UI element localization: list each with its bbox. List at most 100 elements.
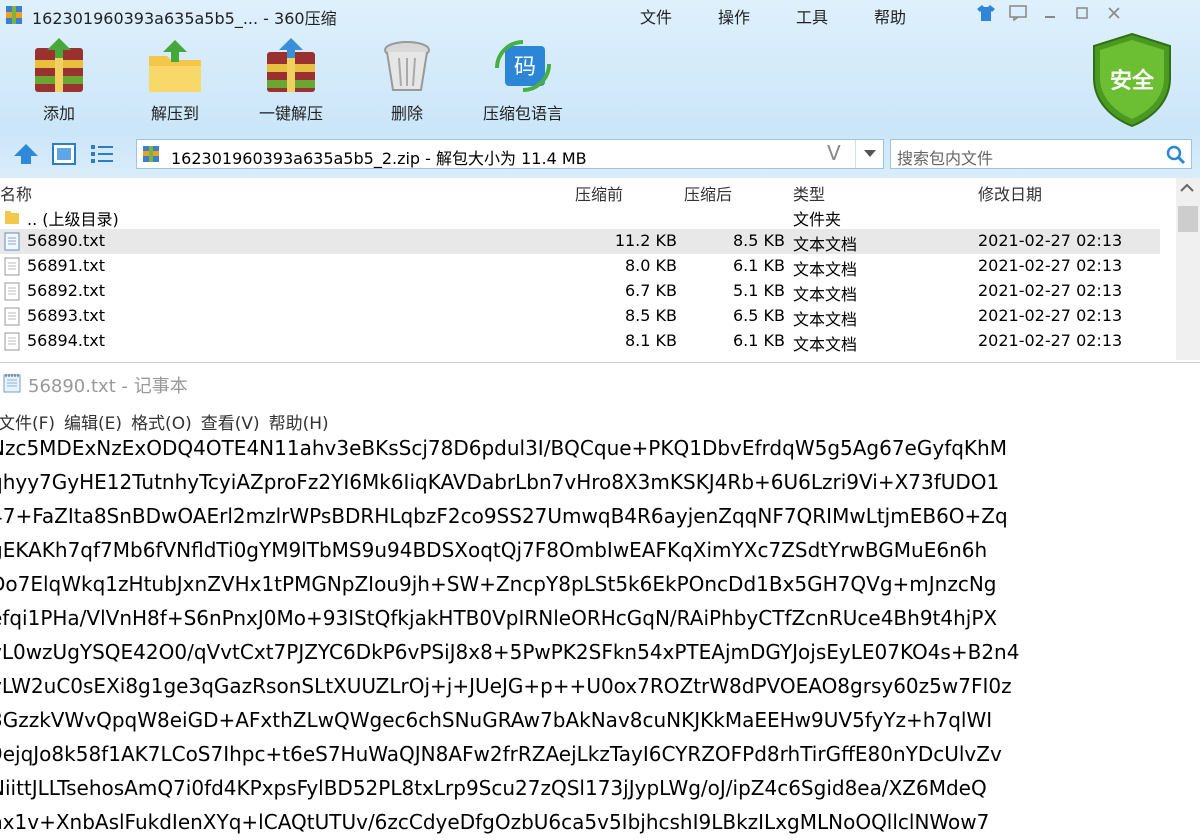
np-menu-help[interactable]: 帮助(H)	[269, 409, 329, 434]
archive-language-label: 压缩包语言	[482, 104, 563, 123]
archive-language-button[interactable]: 码 压缩包语言	[468, 38, 578, 124]
file-row[interactable]: 56893.txt 8.5 KB 6.5 KB 文本文档 2021-02-27 …	[0, 304, 1160, 329]
text-line: vL0wzUgYSQE42O0/qVvtCxt7PJZYC6DkP6vPSiJ8…	[0, 640, 1020, 664]
text-line: Do7ElqWkq1zHtubJxnZVHx1tPMGNpZIou9jh+SW+…	[0, 572, 997, 596]
text-file-icon	[4, 307, 20, 326]
up-button[interactable]	[12, 142, 40, 166]
archive-path-text: 162301960393a635a5b5_2.zip - 解包大小为 11.4 …	[171, 149, 587, 168]
list-view-icon	[91, 145, 113, 163]
menu-operation[interactable]: 操作	[718, 4, 796, 28]
np-menu-file[interactable]: 文件(F)	[0, 409, 55, 434]
text-file-icon	[4, 232, 20, 251]
column-size-before[interactable]: 压缩前	[575, 181, 623, 205]
close-button[interactable]	[1098, 0, 1130, 26]
file-list: 名称 压缩前 压缩后 类型 修改日期 .. (上级目录) 文件夹 56890.t…	[0, 178, 1200, 360]
file-row[interactable]: 56894.txt 8.1 KB 6.1 KB 文本文档 2021-02-27 …	[0, 329, 1160, 354]
trash-icon	[384, 41, 430, 91]
size-after: 5.1 KB	[733, 281, 785, 300]
file-row[interactable]: 56892.txt 6.7 KB 5.1 KB 文本文档 2021-02-27 …	[0, 279, 1160, 304]
extract-to-button[interactable]: 解压到	[120, 38, 230, 124]
archive-path-field[interactable]: 162301960393a635a5b5_2.zip - 解包大小为 11.4 …	[136, 139, 884, 169]
one-click-extract-button[interactable]: 一键解压	[236, 38, 346, 124]
file-type: 文本文档	[793, 335, 858, 354]
file-name: .. (上级目录)	[27, 210, 119, 229]
navigation-bar: 162301960393a635a5b5_2.zip - 解包大小为 11.4 …	[0, 136, 1200, 172]
file-date: 2021-02-27 02:13	[978, 306, 1123, 325]
search-placeholder: 搜索包内文件	[897, 149, 994, 168]
skin-button[interactable]	[970, 0, 1002, 26]
minimize-button[interactable]	[1034, 0, 1066, 26]
view-thumbnail-button[interactable]	[50, 142, 78, 166]
text-line: nx1v+XnbAslFukdIenXYq+lCAQtUTUv/6zcCdyeD…	[0, 810, 990, 834]
text-file-icon	[4, 282, 20, 301]
file-type: 文本文档	[793, 260, 858, 279]
delete-button[interactable]: 删除	[352, 38, 462, 124]
file-name: 56894.txt	[27, 331, 105, 350]
text-line: vLW2uC0sEXi8g1ge3qGazRsonSLtXUUZLrOj+j+J…	[0, 674, 1012, 698]
notepad-window: 56890.txt - 记事本 文件(F) 编辑(E) 格式(O) 查看(V) …	[0, 362, 1200, 840]
archive-search-input[interactable]: 搜索包内文件	[890, 139, 1192, 169]
svg-text:码: 码	[514, 55, 536, 80]
delete-label: 删除	[390, 104, 423, 123]
view-list-button[interactable]	[88, 142, 116, 166]
size-after: 6.5 KB	[733, 306, 785, 325]
size-before: 11.2 KB	[614, 231, 677, 250]
path-dropdown-button[interactable]	[855, 140, 884, 168]
feedback-button[interactable]	[1002, 0, 1034, 26]
file-type: 文本文档	[793, 235, 858, 254]
size-before: 6.7 KB	[625, 281, 677, 300]
file-name: 56892.txt	[27, 281, 105, 300]
archive-titlebar: 162301960393a635a5b5_... - 360压缩 文件 操作 工…	[0, 0, 1200, 30]
zip-file-icon	[143, 146, 159, 162]
menu-tools[interactable]: 工具	[796, 4, 874, 28]
notepad-text-area[interactable]: Nzc5MDExNzExODQ4OTE4N11ahv3eBKsScj78D6pd…	[0, 435, 1200, 840]
archive-toolbar: 添加 解压到 一键解压 删除 码 压缩包语言	[0, 38, 700, 128]
file-date: 2021-02-27 02:13	[978, 256, 1123, 275]
size-before: 8.5 KB	[625, 306, 677, 325]
text-file-icon	[4, 332, 20, 351]
column-type[interactable]: 类型	[793, 181, 825, 205]
search-icon[interactable]	[1165, 144, 1187, 166]
add-label: 添加	[42, 104, 75, 123]
maximize-button[interactable]	[1066, 0, 1098, 26]
file-row[interactable]: 56891.txt 8.0 KB 6.1 KB 文本文档 2021-02-27 …	[0, 254, 1160, 279]
size-after: 8.5 KB	[733, 231, 785, 250]
np-menu-edit[interactable]: 编辑(E)	[64, 409, 122, 434]
notepad-icon	[3, 374, 21, 393]
notepad-title: 56890.txt - 记事本	[28, 376, 188, 397]
column-modified-date[interactable]: 修改日期	[978, 181, 1042, 205]
minimize-icon	[1045, 16, 1055, 18]
text-line: 9ejqJo8k58f1AK7LCoS7Ihpc+t6eS7HuWaQJN8AF…	[0, 742, 1002, 766]
menu-help[interactable]: 帮助	[874, 4, 952, 28]
np-menu-view[interactable]: 查看(V)	[201, 409, 260, 434]
text-line: Nzc5MDExNzExODQ4OTE4N11ahv3eBKsScj78D6pd…	[0, 436, 1007, 460]
size-before: 8.0 KB	[625, 256, 677, 275]
extract-to-label: 解压到	[150, 104, 199, 123]
verify-v-icon[interactable]: V	[827, 141, 841, 165]
text-line: NiittJLLTsehosAmQ7i0fd4KPxpsFylBD52PL8tx…	[0, 776, 987, 800]
file-date: 2021-02-27 02:13	[978, 231, 1123, 250]
text-line: 47+FaZIta8SnBDwOAErl2mzlrWPsBDRHLqbzF2co…	[0, 504, 1008, 528]
security-shield[interactable]: 安全	[1090, 32, 1174, 128]
text-line: efqi1PHa/VlVnH8f+S6nPnxJ0Mo+93IStQfkjakH…	[0, 606, 998, 630]
column-size-after[interactable]: 压缩后	[684, 181, 732, 205]
archive-menubar: 文件 操作 工具 帮助	[640, 4, 952, 28]
scrollbar-thumb[interactable]	[1178, 206, 1198, 232]
file-list-header: 名称 压缩前 压缩后 类型 修改日期	[0, 178, 1176, 204]
file-type: 文本文档	[793, 285, 858, 304]
one-click-extract-label: 一键解压	[258, 104, 323, 123]
extract-folder-icon	[149, 40, 201, 92]
menu-file[interactable]: 文件	[640, 4, 718, 28]
file-row[interactable]: 56890.txt 11.2 KB 8.5 KB 文本文档 2021-02-27…	[0, 229, 1160, 254]
np-menu-format[interactable]: 格式(O)	[131, 409, 192, 434]
file-list-scrollbar[interactable]	[1176, 178, 1200, 360]
notepad-titlebar: 56890.txt - 记事本	[0, 363, 1200, 403]
notepad-menubar: 文件(F) 编辑(E) 格式(O) 查看(V) 帮助(H)	[0, 409, 338, 434]
file-name: 56893.txt	[27, 306, 105, 325]
parent-folder-row[interactable]: .. (上级目录) 文件夹	[0, 204, 1160, 229]
archive-window: 162301960393a635a5b5_... - 360压缩 文件 操作 工…	[0, 0, 1200, 360]
thumbnail-view-icon	[52, 143, 76, 165]
scroll-up-icon[interactable]	[1180, 182, 1194, 196]
column-name[interactable]: 名称	[0, 181, 32, 205]
add-button[interactable]: 添加	[4, 38, 114, 124]
